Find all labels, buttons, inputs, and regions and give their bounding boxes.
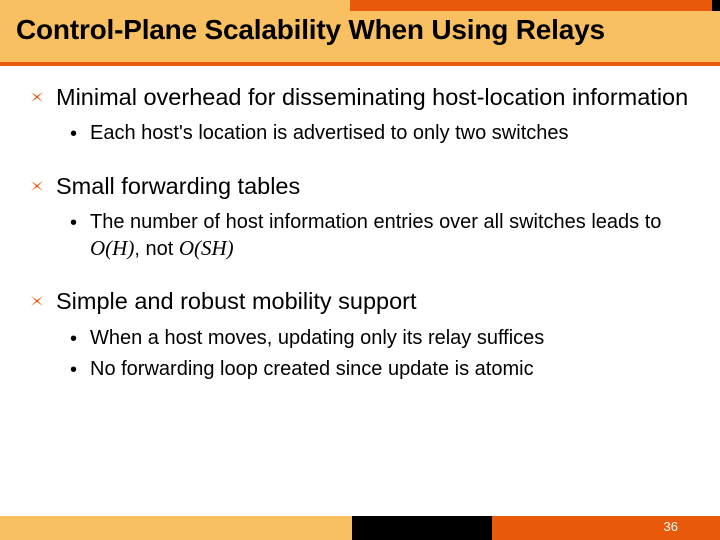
- sub-bullet-group: • When a host moves, updating only its r…: [70, 325, 690, 383]
- bullet-level1: Simple and robust mobility support: [30, 286, 690, 316]
- star-bullet-icon: [30, 82, 56, 104]
- bullet-level2: • The number of host information entries…: [70, 209, 690, 262]
- sub-bullet-group: • The number of host information entries…: [70, 209, 690, 262]
- bullet-level1: Small forwarding tables: [30, 171, 690, 201]
- bullet-level1: Minimal overhead for disseminating host-…: [30, 82, 690, 112]
- bullet-text: Small forwarding tables: [56, 171, 300, 201]
- sub-bullet-group: • Each host's location is advertised to …: [70, 120, 690, 147]
- bullet-level2: • No forwarding loop created since updat…: [70, 356, 690, 383]
- dot-bullet-icon: •: [70, 325, 90, 352]
- sub-bullet-text: When a host moves, updating only its rel…: [90, 325, 544, 351]
- footer-band: 36: [0, 516, 720, 540]
- math-italic: O(SH): [179, 236, 234, 260]
- bullet-text: Minimal overhead for disseminating host-…: [56, 82, 688, 112]
- text-fragment: The number of host information entries o…: [90, 211, 661, 233]
- star-bullet-icon: [30, 171, 56, 193]
- footer-segment-orange: 36: [492, 516, 720, 540]
- sub-bullet-text: The number of host information entries o…: [90, 209, 690, 262]
- slide-title: Control-Plane Scalability When Using Rel…: [16, 14, 605, 46]
- title-underline: [0, 62, 720, 66]
- math-italic: O(H): [90, 236, 134, 260]
- header-accent-black: [712, 0, 720, 11]
- sub-bullet-text: No forwarding loop created since update …: [90, 356, 534, 382]
- footer-segment-black: [352, 516, 492, 540]
- dot-bullet-icon: •: [70, 356, 90, 383]
- slide-content: Minimal overhead for disseminating host-…: [30, 82, 690, 407]
- bullet-level2: • When a host moves, updating only its r…: [70, 325, 690, 352]
- star-bullet-icon: [30, 286, 56, 308]
- bullet-text: Simple and robust mobility support: [56, 286, 417, 316]
- sub-bullet-text: Each host's location is advertised to on…: [90, 120, 569, 146]
- header-accent-orange: [350, 0, 720, 11]
- dot-bullet-icon: •: [70, 209, 90, 236]
- page-number: 36: [664, 519, 678, 534]
- text-fragment: , not: [134, 238, 178, 260]
- bullet-level2: • Each host's location is advertised to …: [70, 120, 690, 147]
- dot-bullet-icon: •: [70, 120, 90, 147]
- footer-segment-yellow: [0, 516, 352, 540]
